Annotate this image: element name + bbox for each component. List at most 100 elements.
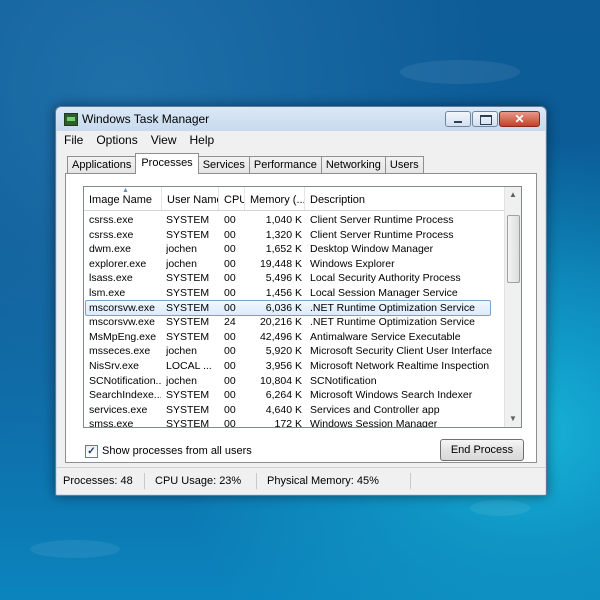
cell-description: Local Session Manager Service <box>310 287 458 299</box>
column-header-user-name[interactable]: User Name <box>162 187 219 210</box>
task-manager-icon <box>64 113 78 126</box>
cell-image-name: lsm.exe <box>89 287 126 299</box>
desktop-water-ripple <box>470 500 530 516</box>
cell-user-name: jochen <box>166 243 197 256</box>
cell-user-name: SYSTEM <box>166 403 210 416</box>
cell-cpu: 00 <box>224 228 236 241</box>
table-row[interactable]: csrss.exe SYSTEM 00 1,320 K Client Server Ru… <box>84 228 506 243</box>
cell-cpu: 00 <box>224 301 236 314</box>
cell-memory: 6,264 K <box>265 389 302 402</box>
cell-cpu: 00 <box>224 257 236 270</box>
cell-user-name: SYSTEM <box>166 214 210 226</box>
close-button[interactable]: ✕ <box>499 111 540 127</box>
cell-memory: 1,320 K <box>265 228 302 241</box>
minimize-button[interactable] <box>445 111 471 127</box>
table-row[interactable]: SearchIndexe... SYSTEM 00 6,264 K Microsoft … <box>84 388 506 403</box>
cell-description: Client Server Runtime Process <box>310 214 454 226</box>
process-list[interactable]: ▲ Image Name User Name CPU Memory (... D… <box>83 186 522 428</box>
cell-image-name: smss.exe <box>89 418 134 428</box>
cell-description: SCNotification <box>310 374 377 387</box>
cell-cpu: 00 <box>224 330 236 343</box>
cell-cpu: 00 <box>224 403 236 416</box>
title-bar[interactable]: Windows Task Manager ✕ <box>56 107 546 131</box>
show-all-processes-label: Show processes from all users <box>102 445 252 457</box>
cell-user-name: SYSTEM <box>166 301 210 314</box>
close-icon: ✕ <box>514 112 525 126</box>
cell-description: Windows Explorer <box>310 257 395 270</box>
column-header-memory[interactable]: Memory (... <box>245 187 305 210</box>
list-header: ▲ Image Name User Name CPU Memory (... D… <box>84 187 506 211</box>
column-header-cpu[interactable]: CPU <box>219 187 245 210</box>
cell-image-name: csrss.exe <box>89 214 134 226</box>
cell-user-name: SYSTEM <box>166 228 210 241</box>
cell-user-name: jochen <box>166 345 197 358</box>
cell-description: .NET Runtime Optimization Service <box>310 316 475 329</box>
table-row[interactable]: msseces.exe jochen 00 5,920 K Microsoft Secu… <box>84 344 506 359</box>
cell-user-name: LOCAL ... <box>166 360 212 372</box>
column-header-image-name[interactable]: ▲ Image Name <box>84 187 162 210</box>
menu-view[interactable]: View <box>144 131 183 147</box>
table-row[interactable]: NisSrv.exe LOCAL ... 00 3,956 K Microsoft Ne… <box>84 359 506 374</box>
table-row[interactable]: smss.exe SYSTEM 00 172 K Windows Session Man… <box>84 417 506 428</box>
sort-ascending-icon: ▲ <box>122 187 129 194</box>
cell-image-name: mscorsvw.exe <box>89 316 155 329</box>
status-physical-memory: Physical Memory: 45% <box>261 473 411 489</box>
task-manager-window: Windows Task Manager ✕ File Options View He… <box>55 106 547 496</box>
table-row[interactable]: MsMpEng.exe SYSTEM 00 42,496 K Antimalware S… <box>84 330 506 345</box>
cell-cpu: 00 <box>224 214 236 226</box>
cell-user-name: SYSTEM <box>166 316 210 329</box>
menu-help[interactable]: Help <box>183 131 221 147</box>
scroll-down-arrow-icon[interactable]: ▼ <box>505 411 521 427</box>
table-row[interactable]: lsass.exe SYSTEM 00 5,496 K Local Security A… <box>84 271 506 286</box>
cell-memory: 5,920 K <box>265 345 302 358</box>
table-row[interactable]: services.exe SYSTEM 00 4,640 K Services and … <box>84 403 506 418</box>
status-cpu-usage: CPU Usage: 23% <box>149 473 257 489</box>
client-area: Applications Processes Services Performa… <box>57 149 545 467</box>
menu-bar: File Options View Help <box>57 131 545 149</box>
cell-image-name: explorer.exe <box>89 257 147 270</box>
table-row[interactable]: lsm.exe SYSTEM 00 1,456 K Local Session Mana… <box>84 286 506 301</box>
cell-memory: 1,652 K <box>265 243 302 256</box>
cell-user-name: SYSTEM <box>166 287 210 299</box>
end-process-button[interactable]: End Process <box>440 439 524 461</box>
maximize-button[interactable] <box>472 111 498 127</box>
window-title: Windows Task Manager <box>82 112 210 126</box>
cell-memory: 20,216 K <box>259 316 302 329</box>
cell-description: Local Security Authority Process <box>310 272 461 285</box>
cell-memory: 6,036 K <box>265 301 302 314</box>
cell-user-name: SYSTEM <box>166 389 210 402</box>
cell-image-name: SearchIndexe... <box>89 389 161 402</box>
cell-memory: 10,804 K <box>259 374 302 387</box>
table-row[interactable]: dwm.exe jochen 00 1,652 K Desktop Window Man… <box>84 242 506 257</box>
cell-cpu: 00 <box>224 272 236 285</box>
cell-description: Microsoft Windows Search Indexer <box>310 389 473 402</box>
menu-file[interactable]: File <box>57 131 89 147</box>
desktop-water-ripple <box>400 60 520 84</box>
tab-processes[interactable]: Processes <box>135 153 199 174</box>
cell-cpu: 00 <box>224 345 236 358</box>
scrollbar-thumb[interactable] <box>507 215 520 283</box>
menu-options[interactable]: Options <box>89 131 143 147</box>
table-row[interactable]: mscorsvw.exe SYSTEM 24 20,216 K .NET Runtime… <box>84 315 506 330</box>
cell-description: Desktop Window Manager <box>310 243 434 256</box>
scroll-up-arrow-icon[interactable]: ▲ <box>505 187 521 203</box>
cell-user-name: SYSTEM <box>166 330 210 343</box>
table-row[interactable]: csrss.exe SYSTEM 00 1,040 K Client Server Ru… <box>84 213 506 228</box>
cell-memory: 4,640 K <box>265 403 302 416</box>
cell-cpu: 24 <box>224 316 236 329</box>
status-processes: Processes: 48 <box>57 473 145 489</box>
cell-user-name: SYSTEM <box>166 272 210 285</box>
show-all-processes-checkbox[interactable]: ✓ <box>85 445 98 458</box>
column-header-description[interactable]: Description <box>305 187 506 210</box>
cell-memory: 19,448 K <box>259 257 302 270</box>
vertical-scrollbar[interactable]: ▲ ▼ <box>504 187 521 427</box>
table-row[interactable]: mscorsvw.exe SYSTEM 00 6,036 K .NET Runtime … <box>84 299 506 316</box>
cell-cpu: 00 <box>224 360 236 372</box>
cell-description: Microsoft Security Client User Interface <box>310 345 492 358</box>
cell-image-name: services.exe <box>89 403 148 416</box>
cell-memory: 3,956 K <box>265 360 302 372</box>
table-row[interactable]: explorer.exe jochen 00 19,448 K Windows Expl… <box>84 257 506 272</box>
table-row[interactable]: SCNotification... jochen 00 10,804 K SCNotif… <box>84 374 506 389</box>
cell-image-name: mscorsvw.exe <box>89 301 155 314</box>
processes-panel: ▲ Image Name User Name CPU Memory (... D… <box>65 173 537 463</box>
